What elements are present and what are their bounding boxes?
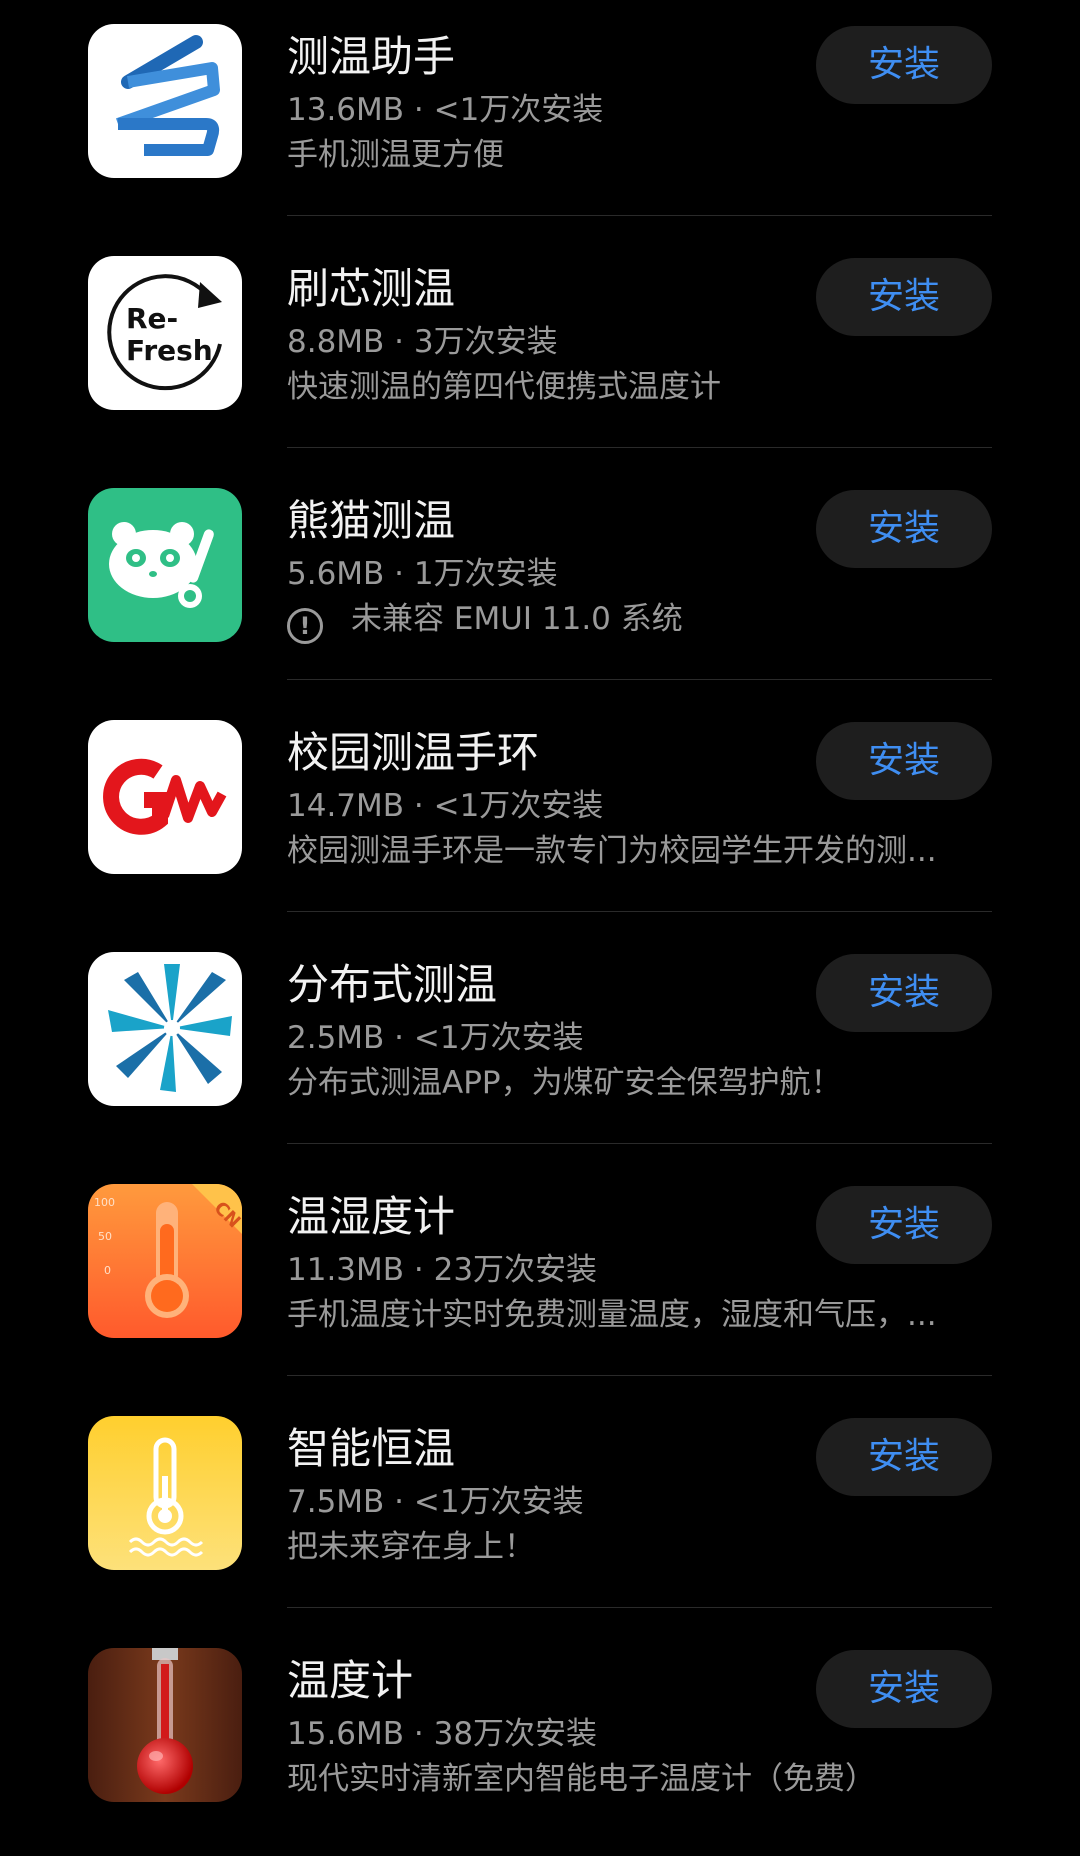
icon-text-fresh: Fresh: [126, 334, 213, 367]
app-description: 校园测温手环是一款专门为校园学生开发的测...: [287, 833, 937, 869]
app-meta: 13.6MB · <1万次安装: [287, 92, 604, 128]
app-meta: 14.7MB · <1万次安装: [287, 788, 604, 824]
blue-fan-logo-svg: [88, 952, 242, 1106]
install-button[interactable]: 安装: [816, 490, 992, 568]
red-wave-logo-svg: [88, 720, 242, 874]
orange-thermometer-svg: CN 100 50 0: [88, 1184, 242, 1338]
zigzag-logo-svg: [88, 24, 242, 178]
app-description: 手机温度计实时免费测量温度，湿度和气压，...: [287, 1297, 937, 1333]
refresh-logo-svg: Re- Fresh: [88, 256, 242, 410]
install-button[interactable]: 安装: [816, 1186, 992, 1264]
app-row-7[interactable]: 温度计 15.6MB · 38万次安装 现代实时清新室内智能电子温度计（免费） …: [0, 1624, 1080, 1856]
yellow-thermometer-svg: [88, 1416, 242, 1570]
app-row-2[interactable]: 熊猫测温 5.6MB · 1万次安装 ! 未兼容 EMUI 11.0 系统 安装: [0, 464, 1080, 696]
wood-thermometer-icon[interactable]: [88, 1648, 242, 1802]
app-meta: 7.5MB · <1万次安装: [287, 1484, 584, 1520]
app-name: 熊猫测温: [287, 496, 456, 545]
divider: [287, 447, 992, 448]
app-meta: 8.8MB · 3万次安装: [287, 324, 558, 360]
install-button[interactable]: 安装: [816, 954, 992, 1032]
install-button[interactable]: 安装: [816, 26, 992, 104]
wood-thermometer-svg: [88, 1648, 242, 1802]
warning-icon: !: [287, 608, 323, 644]
app-warning: ! 未兼容 EMUI 11.0 系统: [287, 599, 977, 644]
panda-thermometer-svg: [88, 488, 242, 642]
app-description: 现代实时清新室内智能电子温度计（免费）: [287, 1761, 876, 1797]
app-description: 分布式测温APP，为煤矿安全保驾护航！: [287, 1065, 842, 1101]
app-row-1[interactable]: Re- Fresh 刷芯测温 8.8MB · 3万次安装 快速测温的第四代便携式…: [0, 232, 1080, 464]
app-meta: 15.6MB · 38万次安装: [287, 1716, 598, 1752]
app-name: 温度计: [287, 1656, 414, 1705]
app-meta: 11.3MB · 23万次安装: [287, 1252, 598, 1288]
tick-0: 0: [104, 1264, 111, 1277]
app-meta: 2.5MB · <1万次安装: [287, 1020, 584, 1056]
tick-50: 50: [98, 1230, 112, 1243]
yellow-thermometer-icon[interactable]: [88, 1416, 242, 1570]
divider: [287, 911, 992, 912]
app-name: 刷芯测温: [287, 264, 456, 313]
divider: [287, 679, 992, 680]
orange-thermometer-icon[interactable]: CN 100 50 0: [88, 1184, 242, 1338]
divider: [287, 1375, 992, 1376]
app-name: 温湿度计: [287, 1192, 456, 1241]
warning-text: 未兼容 EMUI 11.0 系统: [351, 601, 683, 637]
divider: [287, 1607, 992, 1608]
app-row-5[interactable]: CN 100 50 0 温湿度计 11.3MB · 23万次安装 手机温度计实时…: [0, 1160, 1080, 1392]
install-button[interactable]: 安装: [816, 1418, 992, 1496]
install-button[interactable]: 安装: [816, 258, 992, 336]
app-name: 智能恒温: [287, 1424, 456, 1473]
app-row-6[interactable]: 智能恒温 7.5MB · <1万次安装 把未来穿在身上！ 安装: [0, 1392, 1080, 1624]
refresh-logo-icon[interactable]: Re- Fresh: [88, 256, 242, 410]
blue-fan-logo-icon[interactable]: [88, 952, 242, 1106]
app-meta: 5.6MB · 1万次安装: [287, 556, 558, 592]
icon-text-re: Re-: [126, 302, 178, 335]
divider: [287, 215, 992, 216]
zigzag-logo-icon[interactable]: [88, 24, 242, 178]
app-description: 把未来穿在身上！: [287, 1529, 535, 1565]
app-description: 手机测温更方便: [287, 137, 504, 173]
install-button[interactable]: 安装: [816, 722, 992, 800]
tick-100: 100: [94, 1196, 115, 1209]
red-wave-logo-icon[interactable]: [88, 720, 242, 874]
install-button[interactable]: 安装: [816, 1650, 992, 1728]
app-row-0[interactable]: 测温助手 13.6MB · <1万次安装 手机测温更方便 安装: [0, 0, 1080, 232]
app-row-3[interactable]: 校园测温手环 14.7MB · <1万次安装 校园测温手环是一款专门为校园学生开…: [0, 696, 1080, 928]
divider: [287, 1143, 992, 1144]
app-name: 校园测温手环: [287, 728, 540, 777]
app-row-4[interactable]: 分布式测温 2.5MB · <1万次安装 分布式测温APP，为煤矿安全保驾护航！…: [0, 928, 1080, 1160]
app-name: 分布式测温: [287, 960, 498, 1009]
panda-thermometer-icon[interactable]: [88, 488, 242, 642]
app-description: 快速测温的第四代便携式温度计: [287, 369, 721, 405]
app-name: 测温助手: [287, 32, 456, 81]
